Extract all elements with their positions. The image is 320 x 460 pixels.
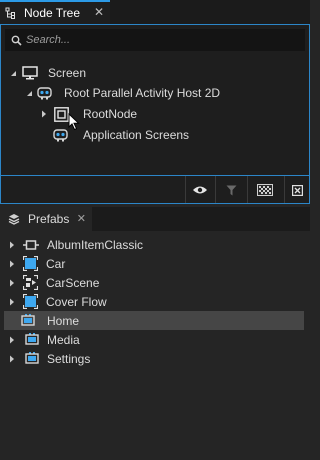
tree-item-label: Root Parallel Activity Host 2D	[64, 86, 221, 100]
prefabs-tabbar: Prefabs ✕	[0, 207, 310, 231]
tab-prefabs[interactable]: Prefabs ✕	[0, 207, 92, 231]
prefab-item-label: Media	[47, 332, 80, 347]
expanded-arrow-icon[interactable]	[9, 69, 17, 77]
prefabs-icon	[8, 213, 20, 225]
prefab-item-label: Home	[47, 313, 80, 328]
prefabs-tab-label: Prefabs	[28, 212, 70, 226]
filter-icon[interactable]	[220, 180, 242, 200]
collapsed-arrow-icon[interactable]	[8, 241, 16, 249]
collapsed-arrow-icon[interactable]	[8, 279, 16, 287]
activity-host-icon	[53, 128, 69, 142]
expanded-arrow-icon[interactable]	[25, 89, 33, 97]
prefab-item-label: Car	[46, 256, 66, 271]
prefab-item-media[interactable]: Media	[0, 330, 310, 349]
collapsed-arrow-icon[interactable]	[8, 355, 16, 363]
tree-item-application-screens[interactable]: Application Screens	[53, 125, 189, 145]
node-tree-tabbar: Node Tree ✕	[0, 0, 310, 24]
node-tree-tab-label: Node Tree	[24, 6, 81, 20]
tab-node-tree[interactable]: Node Tree ✕	[0, 0, 110, 24]
activity-icon	[25, 333, 39, 346]
eye-icon[interactable]	[189, 180, 211, 200]
toolbar-divider	[284, 176, 285, 203]
prefab-item-label: Settings	[47, 351, 91, 366]
tree-item-label: Screen	[48, 66, 87, 80]
toolbar-divider	[247, 176, 248, 203]
prefab-item-car[interactable]: Car	[0, 254, 310, 273]
node-tree-panel: Screen Root Parallel Activity Host 2D	[0, 24, 310, 204]
prefab-item-carscene[interactable]: CarScene	[0, 273, 310, 292]
prefab-item-settings[interactable]: Settings	[0, 349, 310, 368]
close-icon[interactable]: ✕	[77, 212, 86, 225]
screen-icon	[22, 66, 38, 80]
viewport-icon	[23, 256, 38, 271]
prefab-item-label: CarScene	[46, 275, 100, 290]
tree-item-root-host[interactable]: Root Parallel Activity Host 2D	[25, 83, 220, 103]
toolbar-divider	[215, 176, 216, 203]
checker-icon[interactable]	[254, 180, 276, 200]
activity-host-icon	[37, 86, 53, 100]
tree-item-label: RootNode	[83, 107, 138, 121]
collapsed-arrow-icon[interactable]	[8, 336, 16, 344]
scene-icon	[23, 275, 38, 290]
collapsed-arrow-icon[interactable]	[8, 260, 16, 268]
node-icon	[54, 106, 69, 122]
tree-item-label: Application Screens	[83, 128, 190, 142]
collapsed-arrow-icon[interactable]	[8, 298, 16, 306]
tree-item-screen[interactable]: Screen	[9, 63, 86, 83]
close-icon[interactable]: ✕	[94, 5, 104, 19]
prefab-item-label: AlbumItemClassic	[47, 237, 144, 252]
prefab-item-albumitemclassic[interactable]: AlbumItemClassic	[0, 235, 310, 254]
collapsed-arrow-icon[interactable]	[40, 110, 48, 118]
search-box[interactable]	[5, 29, 305, 51]
fit-icon[interactable]	[286, 180, 308, 200]
node-tree-toolbar	[1, 175, 309, 203]
album-item-icon	[23, 239, 39, 251]
viewport-icon	[23, 294, 38, 309]
prefab-item-home[interactable]: Home	[4, 311, 304, 330]
prefab-item-label: Cover Flow	[46, 294, 107, 309]
search-icon	[11, 35, 22, 46]
activity-icon	[21, 314, 35, 327]
activity-icon	[25, 352, 39, 365]
toolbar-divider	[185, 176, 186, 203]
tree-item-rootnode[interactable]: RootNode	[40, 104, 137, 124]
prefab-item-cover-flow[interactable]: Cover Flow	[0, 292, 310, 311]
search-input[interactable]	[26, 34, 286, 46]
node-tree-icon	[5, 7, 17, 19]
